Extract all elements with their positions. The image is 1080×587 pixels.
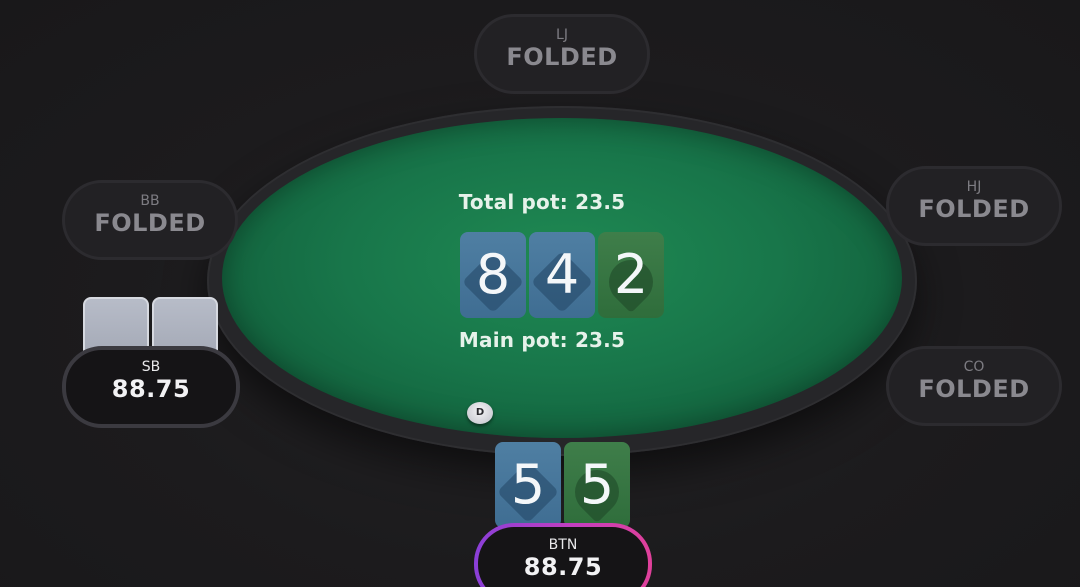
seat-sb: SB 88.75 xyxy=(62,346,240,428)
dealer-button-icon: D xyxy=(467,402,493,424)
seat-status: FOLDED xyxy=(918,195,1030,223)
hero-stack: 88.75 xyxy=(523,553,603,581)
seat-position: CO xyxy=(963,359,985,375)
board-card-1: 8 xyxy=(460,232,526,318)
card-rank: 8 xyxy=(475,243,511,306)
card-rank: 5 xyxy=(579,453,615,516)
seat-position: LJ xyxy=(556,27,568,43)
seat-co: CO FOLDED xyxy=(886,346,1062,426)
seat-position: SB xyxy=(141,359,161,375)
seat-lj: LJ FOLDED xyxy=(474,14,650,94)
card-rank: 2 xyxy=(613,243,649,306)
seat-status: FOLDED xyxy=(506,43,618,71)
card-rank: 4 xyxy=(544,243,580,306)
seat-stack: 88.75 xyxy=(111,375,191,403)
seat-position: BTN xyxy=(548,537,578,553)
seat-bb: BB FOLDED xyxy=(62,180,238,260)
board-card-2: 4 xyxy=(529,232,595,318)
seat-hj: HJ FOLDED xyxy=(886,166,1062,246)
seat-status: FOLDED xyxy=(94,209,206,237)
poker-table-screen: Total pot: 23.5 8 4 2 Main pot: 23.5 LJ … xyxy=(0,0,1080,587)
card-rank: 5 xyxy=(510,453,546,516)
hero-card-2: 5 xyxy=(564,442,630,528)
hero-card-1: 5 xyxy=(495,442,561,528)
seat-btn-hero: BTN 88.75 xyxy=(474,523,652,587)
seat-position: HJ xyxy=(966,179,982,195)
seat-status: FOLDED xyxy=(918,375,1030,403)
board-card-3: 2 xyxy=(598,232,664,318)
seat-position: BB xyxy=(140,193,160,209)
